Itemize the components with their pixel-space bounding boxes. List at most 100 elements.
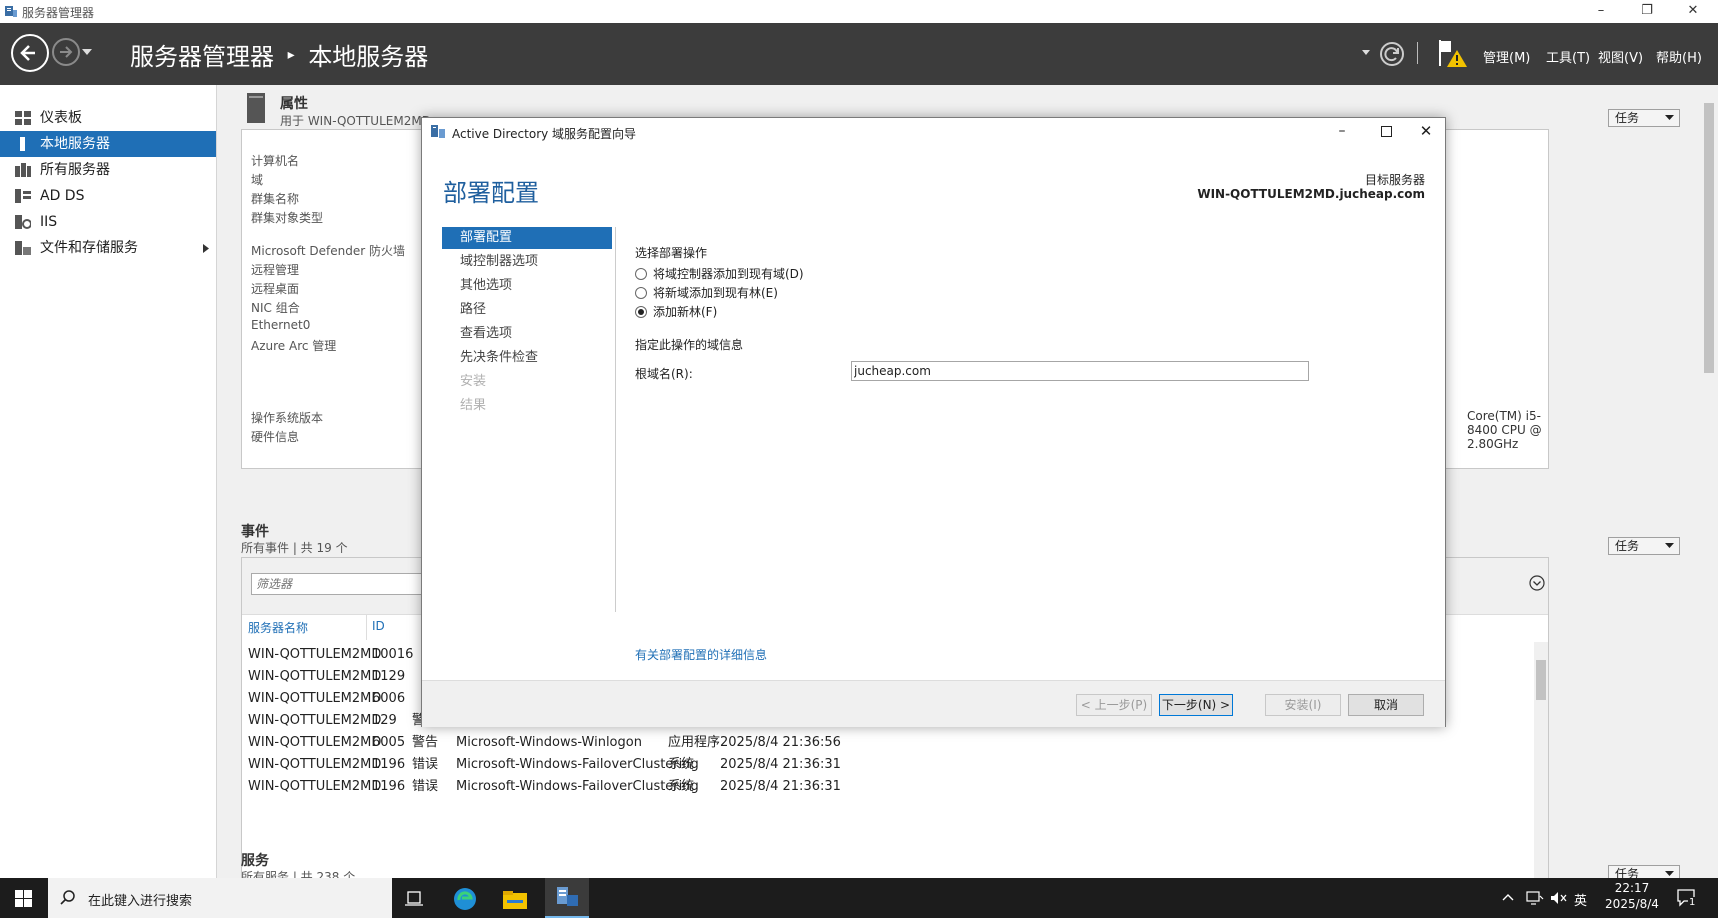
table-row[interactable]: WIN-QOTTULEM2MD 1196 错误 Microsoft-Windows-F…	[242, 753, 1532, 777]
breadcrumb-root[interactable]: 服务器管理器	[130, 43, 274, 71]
wizard-step-paths[interactable]: 路径	[442, 299, 612, 321]
events-tasks-button[interactable]: 任务	[1608, 537, 1680, 555]
prop-label-remote-desktop: 远程桌面	[251, 282, 300, 296]
prop-label-hardware: 硬件信息	[251, 430, 300, 444]
clock-time: 22:17	[1614, 881, 1650, 895]
menu-help[interactable]: 帮助(H)	[1656, 47, 1702, 66]
taskbar-search-placeholder: 在此键入进行搜索	[88, 894, 193, 909]
sidebar: 仪表板 本地服务器 所有服务器 AD DS IIS 文件和存储服务	[0, 85, 217, 878]
breadcrumb: 服务器管理器 ▸ 本地服务器	[130, 37, 428, 72]
task-view-icon[interactable]	[405, 890, 423, 906]
nav-divider	[615, 227, 616, 612]
sidebar-item-file-storage[interactable]: 文件和存储服务	[0, 235, 216, 261]
back-button[interactable]	[11, 34, 49, 72]
option-add-domain-existing-forest[interactable]: 将新域添加到现有林(E)	[635, 284, 935, 300]
history-dropdown-icon[interactable]	[82, 49, 92, 57]
radio-button[interactable]	[635, 268, 647, 280]
scrollbar-thumb[interactable]	[1536, 660, 1546, 700]
cell-source: Microsoft-Windows-FailoverClustering	[456, 779, 699, 794]
close-window-button[interactable]: ✕	[1670, 0, 1716, 23]
sidebar-item-ad-ds[interactable]: AD DS	[0, 183, 216, 209]
tray-overflow-chevron-icon[interactable]	[1502, 893, 1514, 901]
wizard-step-review[interactable]: 查看选项	[442, 323, 612, 345]
cell-server: WIN-QOTTULEM2MD	[248, 757, 382, 772]
volume-muted-icon[interactable]	[1550, 890, 1568, 906]
sidebar-item-all-servers[interactable]: 所有服务器	[0, 157, 216, 183]
menu-view[interactable]: 视图(V)	[1598, 47, 1643, 66]
network-icon[interactable]	[1526, 890, 1544, 906]
expand-circle-icon[interactable]	[1529, 575, 1545, 591]
ad-ds-config-wizard: Active Directory 域服务配置向导 – ✕ 部署配置 目标服务器 …	[421, 117, 1446, 727]
header-bar: 服务器管理器 ▸ 本地服务器 管理(M) 工具(T) 视图(V) 帮助(H)	[0, 23, 1718, 85]
install-button[interactable]: 安装(I)	[1265, 694, 1341, 716]
wizard-step-install: 安装	[460, 374, 487, 389]
prop-label-firewall: Microsoft Defender 防火墙	[251, 244, 406, 258]
sidebar-item-label: 仪表板	[40, 110, 82, 126]
dialog-close-button[interactable]: ✕	[1406, 118, 1446, 146]
sidebar-item-dashboard[interactable]: 仪表板	[0, 105, 216, 131]
header-divider	[1417, 42, 1418, 64]
events-scrollbar[interactable]	[1534, 642, 1548, 896]
option-add-dc-existing-domain[interactable]: 将域控制器添加到现有域(D)	[635, 265, 935, 281]
taskbar-server-manager[interactable]	[545, 878, 589, 918]
expand-arrow-icon[interactable]	[203, 244, 209, 253]
window-title-bar: 服务器管理器 – ❐ ✕	[0, 0, 1718, 23]
taskbar-clock[interactable]: 22:17 2025/8/4	[1596, 881, 1668, 911]
next-button[interactable]: 下一步(N) >	[1159, 694, 1233, 716]
column-header-id[interactable]: ID	[372, 619, 385, 633]
taskbar-search-box[interactable]: 在此键入进行搜索	[48, 878, 392, 918]
cell-server: WIN-QOTTULEM2MD	[248, 647, 382, 662]
restore-button[interactable]: ❐	[1624, 0, 1670, 23]
refresh-button[interactable]	[1380, 42, 1404, 66]
wizard-step-dc-options[interactable]: 域控制器选项	[442, 251, 612, 273]
wizard-step-deployment[interactable]: 部署配置	[442, 227, 612, 249]
dropdown-arrow-icon	[1665, 115, 1674, 120]
page-scrollbar[interactable]	[1700, 85, 1718, 878]
forward-button[interactable]	[52, 38, 80, 66]
menu-tools[interactable]: 工具(T)	[1546, 47, 1590, 66]
cell-source: Microsoft-Windows-FailoverClustering	[456, 757, 699, 772]
dropdown-arrow-icon	[1665, 871, 1674, 876]
menu-manage[interactable]: 管理(M)	[1483, 47, 1530, 66]
more-info-link[interactable]: 有关部署配置的详细信息	[635, 646, 767, 663]
sidebar-item-iis[interactable]: IIS	[0, 209, 216, 235]
sidebar-item-label: IIS	[40, 214, 58, 230]
dialog-maximize-button[interactable]	[1366, 118, 1406, 146]
cell-server: WIN-QOTTULEM2MD	[248, 691, 382, 706]
refresh-dropdown-icon[interactable]	[1362, 50, 1370, 56]
notification-center-button[interactable]: 1	[1676, 887, 1698, 909]
table-row[interactable]: WIN-QOTTULEM2MD 6005 警告 Microsoft-Windows-W…	[242, 731, 1532, 755]
properties-tasks-button[interactable]: 任务	[1608, 109, 1680, 127]
column-header-server[interactable]: 服务器名称	[248, 619, 308, 636]
sidebar-item-local-server[interactable]: 本地服务器	[0, 131, 216, 157]
taskbar: 在此键入进行搜索 英 22:17 2025/8/4 1	[0, 878, 1718, 918]
prop-label-cluster-name: 群集名称	[251, 192, 300, 206]
wizard-step-prereq[interactable]: 先决条件检查	[442, 347, 612, 369]
prop-label-os-version: 操作系统版本	[251, 411, 324, 425]
prop-label-nic-teaming: NIC 组合	[251, 301, 300, 315]
edge-browser-icon[interactable]	[453, 887, 477, 911]
dropdown-arrow-icon	[1665, 543, 1674, 548]
ime-indicator[interactable]: 英	[1574, 890, 1587, 909]
server-tower-icon	[247, 93, 265, 123]
breadcrumb-current: 本地服务器	[308, 43, 429, 71]
prev-button[interactable]: < 上一步(P)	[1076, 694, 1152, 716]
start-windows-icon[interactable]	[15, 890, 32, 907]
prop-label-cluster-type: 群集对象类型	[251, 211, 324, 225]
page-scrollbar-thumb[interactable]	[1704, 103, 1714, 373]
events-title: 事件	[241, 524, 269, 540]
option-add-new-forest[interactable]: 添加新林(F)	[635, 303, 935, 319]
prop-label-ethernet0: Ethernet0	[251, 318, 311, 332]
minimize-button[interactable]: –	[1578, 0, 1624, 23]
notifications-flag-icon[interactable]	[1437, 38, 1469, 68]
wizard-step-additional[interactable]: 其他选项	[442, 275, 612, 297]
root-domain-input[interactable]	[851, 361, 1309, 381]
events-filter-input[interactable]	[251, 573, 431, 595]
radio-button[interactable]	[635, 287, 647, 299]
cancel-button[interactable]: 取消	[1348, 694, 1424, 716]
radio-button-selected[interactable]	[635, 306, 647, 318]
dialog-title: Active Directory 域服务配置向导	[452, 127, 637, 141]
file-explorer-icon[interactable]	[503, 889, 527, 909]
dialog-minimize-button[interactable]: –	[1322, 118, 1362, 146]
table-row[interactable]: WIN-QOTTULEM2MD 1196 错误 Microsoft-Windows-F…	[242, 775, 1532, 799]
